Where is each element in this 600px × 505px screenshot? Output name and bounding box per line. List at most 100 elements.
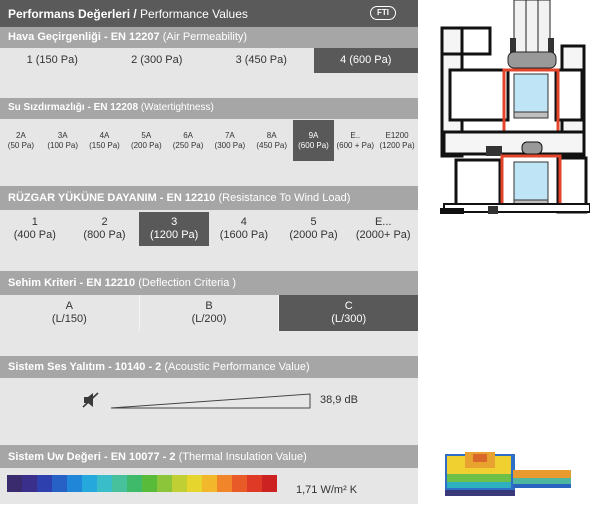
wind-option-label: 2 [101,216,108,229]
air-option-3[interactable]: 3 (450 Pa) [209,48,314,73]
water-option-8a[interactable]: 8A (450 Pa) [251,120,293,161]
wind-option-label: 4 [240,216,247,229]
water-option-3a[interactable]: 3A (100 Pa) [42,120,84,161]
thermal-scale-swatch [127,475,142,492]
wind-option-value: (400 Pa) [13,229,56,241]
deflection-option-a[interactable]: A (L/150) [0,295,140,331]
deflection-option-label: C [344,300,353,313]
deflection-option-label: A [65,300,73,313]
water-option-e1200[interactable]: E1200 (1200 Pa) [376,120,418,161]
thermal-scale-swatch [112,475,127,492]
thermal-title: Sistem Uw Değeri - EN 10077 - 2 [8,451,176,463]
air-permeability-header: Hava Geçirgenliği - EN 12207 (Air Permea… [0,27,418,48]
thermal-scale-swatch [187,475,202,492]
air-title: Hava Geçirgenliği - EN 12207 [8,31,160,43]
deflection-option-c[interactable]: C (L/300) [279,295,419,331]
thermal-scale-swatch [22,475,37,492]
water-option-value: (100 Pa) [47,140,79,150]
water-option-label: 6A [183,131,193,141]
air-option-label: 2 [131,54,138,67]
wind-option-value: (1200 Pa) [150,229,199,241]
wind-option-5[interactable]: 5 (2000 Pa) [279,212,349,246]
water-option-label: 8A [266,131,277,141]
wind-subtitle: (Resistance To Wind Load) [215,192,351,204]
acoustic-subtitle: (Acoustic Performance Value) [161,361,310,373]
wind-option-value: (800 Pa) [83,229,126,241]
air-option-label: 1 [26,54,33,67]
water-option-value: (50 Pa) [7,140,35,150]
thermal-subtitle: (Thermal Insulation Value) [175,451,307,463]
thermal-simulation-thumbnail [443,448,573,505]
thermal-header: Sistem Uw Değeri - EN 10077 - 2 (Thermal… [0,445,418,468]
water-option-value: (150 Pa) [89,140,120,150]
thermal-scale-swatch [142,475,157,492]
thermal-scale-swatch [172,475,187,492]
deflection-header: Sehim Kriteri - EN 12210 (Deflection Cri… [0,271,418,295]
wind-option-label: E... [374,216,392,229]
water-subtitle: (Watertightness) [138,102,214,113]
air-option-value: (450 Pa) [244,54,287,67]
water-option-label: 5A [141,131,152,141]
header-title-rest: Performance Values [136,7,248,21]
air-option-value: (600 Pa) [349,54,392,67]
thermal-scale-swatch [157,475,172,492]
deflection-option-value: (L/150) [51,313,87,325]
performance-panel: Performans Değerleri / Performance Value… [0,0,419,504]
air-option-label: 4 [340,54,347,67]
water-option-9a[interactable]: 9A (600 Pa) [292,120,335,161]
wind-option-4[interactable]: 4 (1600 Pa) [209,212,279,246]
water-option-7a[interactable]: 7A (300 Pa) [209,120,251,161]
water-option-value: (200 Pa) [130,140,162,150]
wind-option-3[interactable]: 3 (1200 Pa) [139,212,210,246]
profile-cross-section-drawing [440,0,591,225]
wind-option-1[interactable]: 1 (400 Pa) [0,212,70,246]
deflection-option-value: (L/300) [331,313,367,325]
water-option-2a[interactable]: 2A (50 Pa) [0,120,42,161]
fti-logo: FTI [370,6,396,20]
water-option-value: (600 + Pa) [336,140,375,150]
air-options: 1 (150 Pa) 2 (300 Pa) 3 (450 Pa) 4 (600 Pa) [0,48,418,73]
thermal-scale-swatch [97,475,112,492]
wind-options: 1 (400 Pa) 2 (800 Pa) 3 (1200 Pa) 4 (1600 Pa) 5(… [0,212,418,246]
water-option-6a[interactable]: 6A (250 Pa) [167,120,209,161]
wind-option-value: (1600 Pa) [219,229,268,241]
water-options: 2A (50 Pa) 3A (100 Pa) 4A (150 Pa) 5A (200 Pa) 6… [0,120,418,161]
air-option-1[interactable]: 1 (150 Pa) [0,48,105,73]
thermal-value: 1,71 W/m² K [296,484,358,496]
wind-option-e[interactable]: E... (2000+ Pa) [348,212,418,246]
water-option-4a[interactable]: 4A (150 Pa) [84,120,126,161]
air-option-2[interactable]: 2 (300 Pa) [105,48,210,73]
thermal-scale-swatch [37,475,52,492]
wind-title: RÜZGAR YÜKÜNE DAYANIM - EN 12210 [8,192,216,204]
header-title-bold: Performans Değerleri / [8,7,137,21]
watertightness-header: Su Sızdırmazlığı - EN 12208 (Watertightn… [0,98,418,119]
air-subtitle: (Air Permeability) [159,31,248,43]
acoustic-value: 38,9 dB [320,394,358,406]
deflection-option-value: (L/200) [191,313,227,325]
deflection-options: A (L/150) B (L/200) C (L/300) [0,295,419,331]
water-option-label: 2A [16,131,26,141]
air-option-value: (300 Pa) [140,54,183,67]
water-option-5a[interactable]: 5A (200 Pa) [125,120,167,161]
water-option-label: 9A [308,131,319,141]
acoustic-header: Sistem Ses Yalıtım - 10140 - 2 (Acoustic… [0,356,418,378]
wind-option-label: 1 [31,216,38,229]
air-option-4[interactable]: 4 (600 Pa) [313,48,418,73]
water-option-value: (250 Pa) [172,140,204,150]
wind-option-label: 5 [310,216,317,229]
wind-option-2[interactable]: 2 (800 Pa) [70,212,140,246]
thermal-scale-swatch [82,475,97,492]
deflection-option-label: B [205,300,213,313]
water-option-e[interactable]: E.. (600 + Pa) [334,120,376,161]
water-option-label: 4A [99,131,110,141]
water-option-value: (450 Pa) [256,140,288,150]
panel-header: Performans Değerleri / Performance Value… [0,0,418,27]
thermal-scale-swatch [52,475,67,492]
thermal-scale-swatch [67,475,82,492]
wind-load-header: RÜZGAR YÜKÜNE DAYANIM - EN 12210 (Resist… [0,186,418,210]
water-option-label: 7A [224,131,235,141]
deflection-option-b[interactable]: B (L/200) [140,295,280,331]
wind-option-value: (2000 Pa) [289,229,338,241]
wind-option-value: (2000+ Pa) [355,229,411,241]
water-option-value: (1200 Pa) [379,140,415,150]
